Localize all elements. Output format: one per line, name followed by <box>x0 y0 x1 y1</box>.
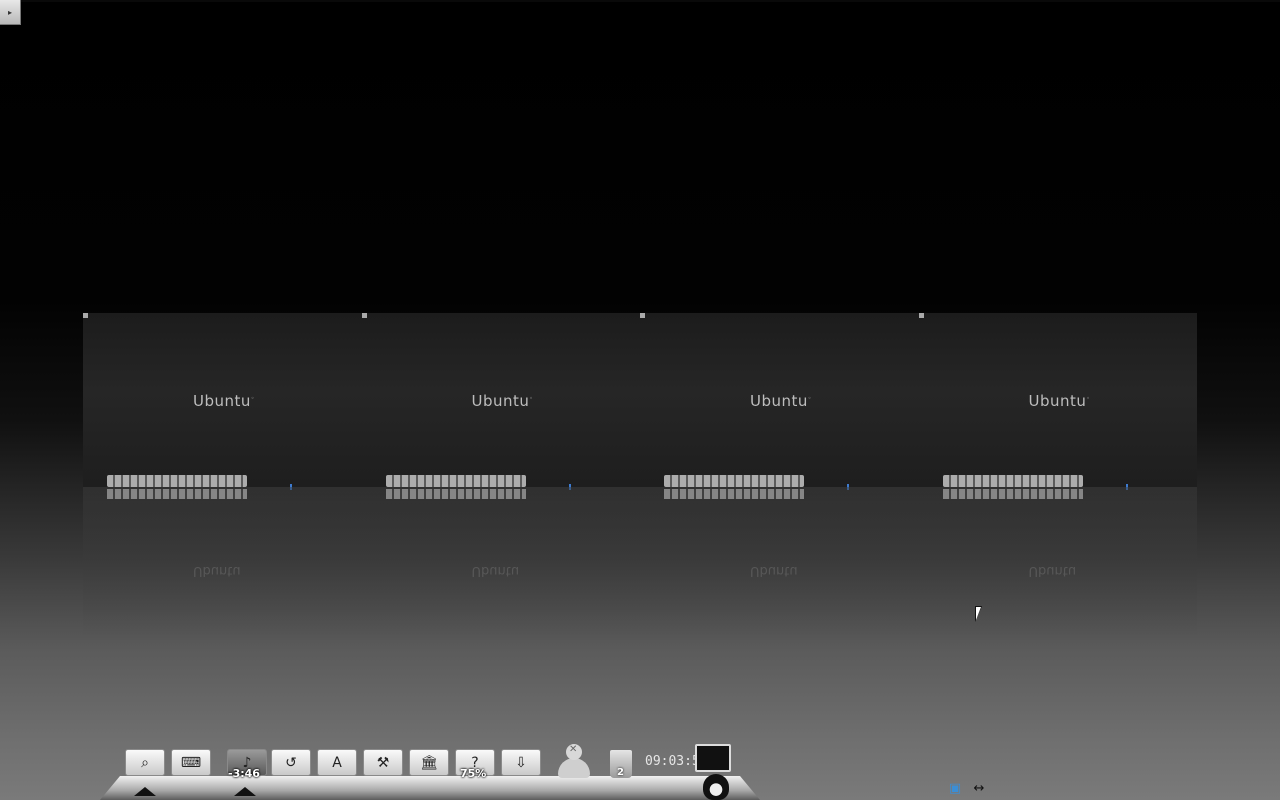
reflection-logo: Ubuntu <box>1028 563 1077 578</box>
arrows-left-right-icon[interactable]: ↔ <box>968 780 990 796</box>
workspace-handle[interactable] <box>640 313 645 318</box>
dock-indicator-arrow-icon <box>234 787 256 796</box>
dock-shelf <box>100 776 760 800</box>
close-icon[interactable]: ✕ <box>569 744 577 755</box>
workspace-mini-dock <box>385 475 526 487</box>
history-launcher[interactable]: ↺ <box>271 749 311 776</box>
trash-count-badge: 2 <box>617 767 624 778</box>
reflection-dock <box>107 489 247 499</box>
hammer-icon: ⚒ <box>376 754 390 771</box>
workspace-wall-reflection: Ubuntu Ubuntu Ubuntu Ubuntu <box>83 487 1197 637</box>
workspace-4[interactable]: Ubuntu◦ <box>918 313 1197 490</box>
app-store-launcher[interactable]: A <box>317 749 357 776</box>
workspace-reflection: Ubuntu <box>640 487 919 637</box>
mouse-pointer-icon <box>975 606 982 622</box>
workspace-handle[interactable] <box>918 313 924 318</box>
help-progress-badge: 75% <box>460 767 487 780</box>
keyboard-launcher[interactable]: ⌨ <box>171 749 211 776</box>
download-arrow-icon: ⇩ <box>515 754 527 771</box>
magnifier-icon: ⌕ <box>141 754 149 771</box>
arrows-glyph: ↔ <box>973 780 985 796</box>
reflection-logo: Ubuntu <box>471 563 520 578</box>
search-launcher[interactable]: ⌕ <box>125 749 165 776</box>
workspace-mini-dock <box>107 475 247 487</box>
network-icon[interactable]: ▣ <box>947 780 963 796</box>
workspace-wallpaper-logo: Ubuntu◦ <box>471 392 534 410</box>
clock-history-icon: ↺ <box>285 754 297 771</box>
system-monitor-icon[interactable] <box>695 744 731 772</box>
workspace-handle[interactable] <box>361 313 367 318</box>
reflection-logo: Ubuntu <box>193 563 241 578</box>
downloads-launcher[interactable]: ⇩ <box>501 749 541 776</box>
music-time-remaining: -3:46 <box>228 767 260 780</box>
workspace-1[interactable]: Ubuntu◦ <box>83 313 362 490</box>
workspace-2[interactable]: Ubuntu◦ <box>361 313 640 490</box>
workspace-wallpaper-logo: Ubuntu◦ <box>193 392 255 410</box>
network-glyph: ▣ <box>948 780 962 796</box>
workspace-reflection: Ubuntu <box>919 487 1198 637</box>
tools-launcher[interactable]: ⚒ <box>363 749 403 776</box>
workspace-wallpaper-logo: Ubuntu◦ <box>750 392 812 410</box>
workspace-reflection: Ubuntu <box>362 487 641 637</box>
bank-building-icon: 🏛 <box>420 754 438 771</box>
workspace-mini-dock <box>664 475 804 487</box>
workspace-3[interactable]: Ubuntu◦ <box>640 313 919 490</box>
keyboard-pen-icon: ⌨ <box>180 754 202 771</box>
penguin-icon[interactable] <box>703 774 729 800</box>
workspace-wallpaper-logo: Ubuntu◦ <box>1028 392 1091 410</box>
workspace-reflection: Ubuntu <box>83 487 362 637</box>
triangle-right-icon: ▸ <box>7 7 12 17</box>
app-store-a-icon: A <box>332 754 342 771</box>
avatar-body-shape <box>558 758 590 778</box>
workspace-handle[interactable] <box>83 313 88 318</box>
workspace-mini-dock <box>942 475 1083 487</box>
reflection-dock <box>942 489 1083 499</box>
reflection-dock <box>385 489 526 499</box>
bank-launcher[interactable]: 🏛 <box>409 749 449 776</box>
user-avatar[interactable]: ✕ <box>556 742 592 780</box>
corner-toggle-button[interactable]: ▸ <box>0 0 21 25</box>
reflection-dock <box>664 489 804 499</box>
dock-indicator-arrow-icon <box>134 787 156 796</box>
reflection-logo: Ubuntu <box>750 563 798 578</box>
workspace-wall: Ubuntu◦ Ubuntu◦ Ubuntu◦ Ubuntu◦ <box>83 313 1197 490</box>
